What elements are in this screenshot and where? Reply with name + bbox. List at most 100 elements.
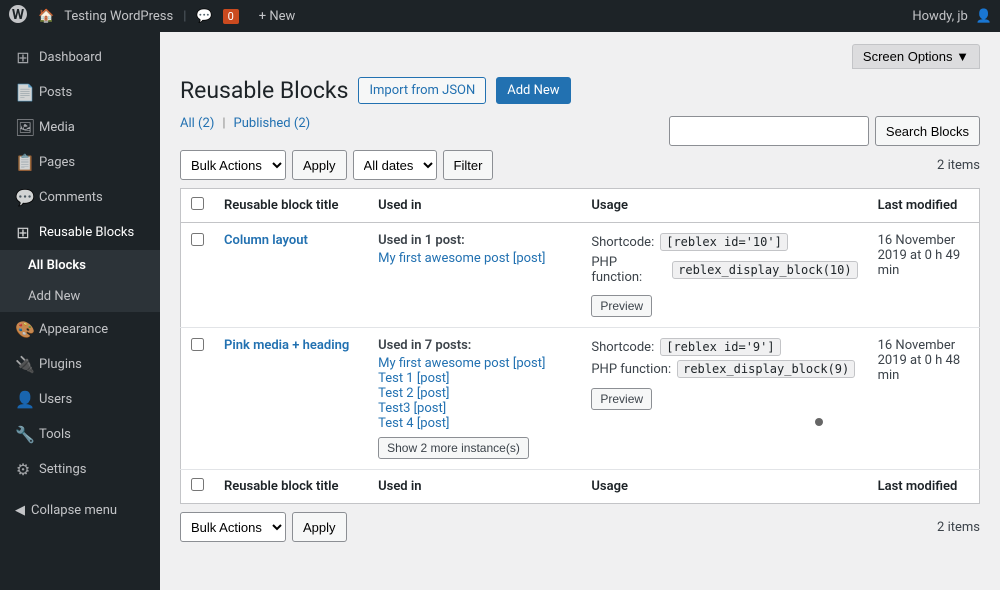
dashboard-icon: ⊞: [15, 48, 31, 67]
sidebar-item-comments[interactable]: 💬 Comments: [0, 180, 160, 215]
row2-preview-button[interactable]: Preview: [591, 388, 652, 410]
table-header: Reusable block title Used in Usage Last …: [181, 189, 980, 223]
sidebar-subitem-all-blocks[interactable]: All Blocks: [0, 250, 160, 281]
row2-check: [181, 328, 215, 470]
table-row: Column layout Used in 1 post: My first a…: [181, 223, 980, 328]
bottom-bar: Bulk Actions Apply 2 items: [180, 512, 980, 542]
filter-button[interactable]: Filter: [443, 150, 494, 180]
comments-nav-icon: 💬: [15, 188, 31, 207]
collapse-arrow-icon: ◀: [15, 503, 25, 518]
header-usage: Usage: [581, 189, 867, 223]
row1-last-modified: 16 November 2019 at 0 h 49 min: [868, 223, 980, 328]
wp-logo-icon[interactable]: W: [8, 4, 28, 28]
comments-badge[interactable]: 0: [223, 9, 239, 24]
row2-php-value: reblex_display_block(9): [677, 360, 855, 378]
show-more-instances-button[interactable]: Show 2 more instance(s): [378, 437, 529, 459]
items-count-top: 2 items: [937, 158, 980, 173]
footer-last-modified-header: Last modified: [868, 470, 980, 504]
search-blocks-button[interactable]: Search Blocks: [875, 116, 980, 146]
posts-icon: 📄: [15, 83, 31, 102]
row2-shortcode-row: Shortcode: [reblex id='9']: [591, 338, 857, 356]
users-icon: 👤: [15, 390, 31, 409]
date-filter-select[interactable]: All dates: [353, 150, 437, 180]
add-new-submenu-label: Add New: [28, 289, 80, 304]
sidebar-item-label-media: Media: [39, 120, 75, 135]
row1-title: Column layout: [214, 223, 368, 328]
row2-post-link-2[interactable]: Test 1 [post]: [378, 371, 449, 386]
sidebar-item-pages[interactable]: 📋 Pages: [0, 145, 160, 180]
row2-post-link-4[interactable]: Test3 [post]: [378, 401, 446, 416]
sidebar-item-users[interactable]: 👤 Users: [0, 382, 160, 417]
collapse-menu-button[interactable]: ◀ Collapse menu: [0, 495, 160, 526]
row2-php-row: PHP function: reblex_display_block(9): [591, 360, 857, 378]
row1-checkbox[interactable]: [191, 233, 204, 246]
sidebar-item-label-tools: Tools: [39, 427, 71, 442]
row2-post-link-3[interactable]: Test 2 [post]: [378, 386, 449, 401]
header-title: Reusable block title: [214, 189, 368, 223]
page-header: Reusable Blocks Import from JSON Add New: [180, 77, 980, 104]
filter-all-count: 2: [203, 116, 210, 131]
row2-used-in: Used in 7 posts: My first awesome post […: [368, 328, 581, 470]
filter-all-link[interactable]: All (2): [180, 116, 214, 131]
filter-published-link[interactable]: Published (2): [234, 116, 311, 131]
row1-usage: Shortcode: [reblex id='10'] PHP function…: [581, 223, 867, 328]
reusable-blocks-icon: ⊞: [15, 223, 31, 242]
reusable-blocks-table: Reusable block title Used in Usage Last …: [180, 188, 980, 504]
sidebar-item-tools[interactable]: 🔧 Tools: [0, 417, 160, 452]
appearance-icon: 🎨: [15, 320, 31, 339]
footer-select-all-checkbox[interactable]: [191, 478, 204, 491]
pages-icon: 📋: [15, 153, 31, 172]
filter-sep: |: [222, 116, 225, 131]
row2-checkbox[interactable]: [191, 338, 204, 351]
apply-button-bottom[interactable]: Apply: [292, 512, 347, 542]
row1-used-in-label: Used in 1 post:: [378, 233, 571, 248]
table-header-row: Reusable block title Used in Usage Last …: [181, 189, 980, 223]
sidebar-item-plugins[interactable]: 🔌 Plugins: [0, 347, 160, 382]
row1-post-link-1[interactable]: My first awesome post [post]: [378, 251, 545, 266]
row1-preview-button[interactable]: Preview: [591, 295, 652, 317]
row2-shortcode-value: [reblex id='9']: [660, 338, 780, 356]
row2-title-link[interactable]: Pink media + heading: [224, 338, 349, 353]
row2-used-in-label: Used in 7 posts:: [378, 338, 571, 353]
footer-used-in-header: Used in: [368, 470, 581, 504]
sidebar-item-appearance[interactable]: 🎨 Appearance: [0, 312, 160, 347]
row2-php-label: PHP function:: [591, 362, 671, 377]
items-count-bottom: 2 items: [937, 520, 980, 535]
sidebar-item-media[interactable]: 🖼 Media: [0, 110, 160, 145]
sidebar-item-label-dashboard: Dashboard: [39, 50, 102, 65]
header-check: [181, 189, 215, 223]
table-body: Column layout Used in 1 post: My first a…: [181, 223, 980, 504]
collapse-menu-label: Collapse menu: [31, 503, 117, 518]
sidebar-item-posts[interactable]: 📄 Posts: [0, 75, 160, 110]
table-footer-header-row: Reusable block title Used in Usage Last …: [181, 470, 980, 504]
sidebar-item-label-pages: Pages: [39, 155, 75, 170]
row1-title-link[interactable]: Column layout: [224, 233, 308, 248]
row2-usage: Shortcode: [reblex id='9'] PHP function:…: [581, 328, 867, 470]
row1-modified-date: 16 November 2019 at 0 h 49 min: [878, 233, 961, 278]
bulk-actions-select-bottom[interactable]: Bulk Actions: [180, 512, 286, 542]
bulk-actions-select-top[interactable]: Bulk Actions: [180, 150, 286, 180]
search-area: Search Blocks: [669, 116, 980, 146]
filter-published-label: Published: [234, 116, 291, 131]
sidebar-subitem-add-new[interactable]: Add New: [0, 281, 160, 312]
new-content-link[interactable]: + New: [259, 9, 296, 24]
search-input[interactable]: [669, 116, 869, 146]
apply-button-top[interactable]: Apply: [292, 150, 347, 180]
row2-post-link-1[interactable]: My first awesome post [post]: [378, 356, 545, 371]
sidebar-item-reusable-blocks[interactable]: ⊞ Reusable Blocks: [0, 215, 160, 250]
sidebar-item-settings[interactable]: ⚙ Settings: [0, 452, 160, 487]
select-all-checkbox[interactable]: [191, 197, 204, 210]
site-name-link[interactable]: Testing WordPress: [64, 9, 173, 24]
sidebar-item-label-reusable-blocks: Reusable Blocks: [39, 225, 134, 240]
row2-shortcode-label: Shortcode:: [591, 340, 654, 355]
sidebar-item-dashboard[interactable]: ⊞ Dashboard: [0, 40, 160, 75]
row2-post-link-5[interactable]: Test 4 [post]: [378, 416, 449, 431]
sidebar-submenu: All Blocks Add New: [0, 250, 160, 312]
filter-published-count: 2: [298, 116, 305, 131]
import-from-json-button[interactable]: Import from JSON: [358, 77, 486, 104]
admin-bar-right: Howdy, jb 👤: [912, 9, 992, 24]
howdy-text: Howdy, jb: [912, 9, 967, 24]
sidebar-item-label-settings: Settings: [39, 462, 86, 477]
add-new-button[interactable]: Add New: [496, 77, 570, 104]
screen-options-button[interactable]: Screen Options ▼: [852, 44, 980, 69]
